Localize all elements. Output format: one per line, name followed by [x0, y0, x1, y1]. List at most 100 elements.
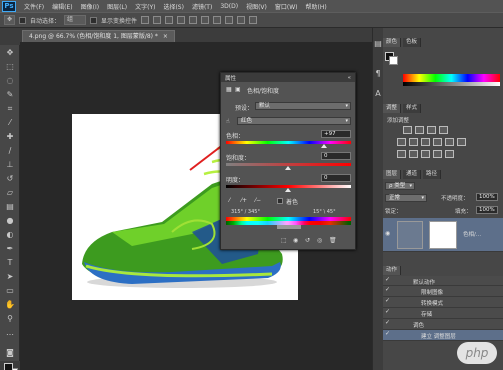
- lasso-tool-icon[interactable]: ◌: [4, 75, 16, 86]
- channel-mixer-adjust-icon[interactable]: [457, 138, 466, 146]
- gradient-map-adjust-icon[interactable]: [433, 150, 442, 158]
- tab-adjustments[interactable]: 调整: [383, 104, 402, 113]
- vibrance-adjust-icon[interactable]: [397, 138, 406, 146]
- hue-saturation-adjust-icon[interactable]: [409, 138, 418, 146]
- opacity-input[interactable]: 100%: [476, 193, 498, 201]
- quick-select-tool-icon[interactable]: ✎: [4, 89, 16, 100]
- action-row-3[interactable]: ✓ 存储: [383, 308, 503, 319]
- history-panel-icon[interactable]: ▤: [373, 38, 383, 49]
- paragraph-panel-icon[interactable]: ¶: [373, 68, 383, 79]
- document-tab[interactable]: 4.png @ 66.7% (色相/饱和度 1, 图层蒙版/8) * ×: [22, 30, 175, 42]
- color-bg-swatch[interactable]: [389, 56, 398, 65]
- action-row-2[interactable]: ✓ 转换模式: [383, 297, 503, 308]
- character-panel-icon[interactable]: A: [373, 88, 383, 99]
- tab-paths[interactable]: 路径: [423, 170, 442, 179]
- color-balance-adjust-icon[interactable]: [421, 138, 430, 146]
- blur-tool-icon[interactable]: ●: [4, 215, 16, 226]
- mask-icon[interactable]: ▣: [235, 86, 241, 93]
- hand-tool-icon[interactable]: ✋: [4, 299, 16, 310]
- levels-adjust-icon[interactable]: [415, 126, 424, 134]
- distribute-v-icon[interactable]: [237, 16, 246, 24]
- clip-to-layer-icon[interactable]: ⬚: [281, 237, 287, 244]
- threshold-adjust-icon[interactable]: [421, 150, 430, 158]
- invert-adjust-icon[interactable]: [397, 150, 406, 158]
- photo-filter-adjust-icon[interactable]: [445, 138, 454, 146]
- layer-name[interactable]: 色相/...: [463, 230, 481, 238]
- layer-filter-dropdown[interactable]: ρ 类型: [385, 182, 415, 190]
- menu-file[interactable]: 文件(F): [20, 2, 48, 11]
- move-tool-icon[interactable]: ✥: [4, 47, 16, 58]
- delete-icon[interactable]: 🗑: [329, 237, 337, 244]
- menu-window[interactable]: 窗口(W): [271, 2, 302, 11]
- tab-styles[interactable]: 样式: [403, 104, 422, 113]
- action-row-1[interactable]: ✓ 限制图像: [383, 286, 503, 297]
- align-bottom-icon[interactable]: [165, 16, 174, 24]
- eyedropper-tool-icon[interactable]: ⁄: [4, 117, 16, 128]
- tab-actions[interactable]: 动作: [383, 266, 402, 275]
- type-tool-icon[interactable]: T: [4, 257, 16, 268]
- dodge-tool-icon[interactable]: ◐: [4, 229, 16, 240]
- action-check-icon[interactable]: ✓: [385, 297, 390, 304]
- visibility-icon[interactable]: ◎: [317, 237, 322, 244]
- move-tool-icon[interactable]: ✥: [4, 15, 16, 25]
- eyedropper-plus-icon[interactable]: ⁄+: [241, 197, 247, 204]
- tab-color[interactable]: 颜色: [383, 38, 402, 47]
- posterize-adjust-icon[interactable]: [409, 150, 418, 158]
- show-transform-checkbox[interactable]: [90, 16, 98, 24]
- healing-tool-icon[interactable]: ✚: [4, 131, 16, 142]
- close-icon[interactable]: ×: [163, 33, 168, 40]
- menu-3d[interactable]: 3D(D): [216, 3, 242, 10]
- auto-select-dropdown[interactable]: 组: [64, 15, 87, 25]
- more-tools-icon[interactable]: …: [4, 327, 16, 338]
- lightness-input[interactable]: 0: [321, 174, 351, 182]
- foreground-color-swatch[interactable]: [4, 363, 13, 370]
- layer-row-hue-saturation[interactable]: ◉ 色相/...: [383, 218, 503, 252]
- menu-select[interactable]: 选择(S): [159, 2, 188, 11]
- action-row-0[interactable]: ✓ 默认动作: [383, 276, 503, 286]
- menu-filter[interactable]: 滤镜(T): [188, 2, 216, 11]
- marquee-tool-icon[interactable]: ⬚: [4, 61, 16, 72]
- menu-edit[interactable]: 编辑(E): [48, 2, 76, 11]
- pen-tool-icon[interactable]: ✒: [4, 243, 16, 254]
- saturation-slider-thumb[interactable]: [285, 166, 291, 170]
- exposure-adjust-icon[interactable]: [439, 126, 448, 134]
- eyedropper-icon[interactable]: ⁄: [229, 197, 230, 204]
- action-check-icon[interactable]: ✓: [385, 319, 390, 326]
- colorize-checkbox[interactable]: [277, 198, 283, 204]
- gradient-tool-icon[interactable]: ▤: [4, 201, 16, 212]
- collapse-icon[interactable]: «: [348, 75, 351, 81]
- blend-mode-dropdown[interactable]: 正常: [385, 194, 427, 202]
- grayscale-ramp[interactable]: [403, 82, 500, 86]
- menu-image[interactable]: 图像(I): [77, 2, 103, 11]
- align-center-icon[interactable]: [189, 16, 198, 24]
- eraser-tool-icon[interactable]: ▱: [4, 187, 16, 198]
- lightness-slider-thumb[interactable]: [285, 188, 291, 192]
- menu-layer[interactable]: 图层(L): [103, 2, 131, 11]
- menu-help[interactable]: 帮助(H): [302, 2, 331, 11]
- curves-adjust-icon[interactable]: [427, 126, 436, 134]
- stamp-tool-icon[interactable]: ⊥: [4, 159, 16, 170]
- auto-align-icon[interactable]: [249, 16, 258, 24]
- menu-view[interactable]: 视图(V): [242, 2, 271, 11]
- align-left-icon[interactable]: [177, 16, 186, 24]
- hue-slider-track[interactable]: [226, 141, 351, 144]
- distribute-icon[interactable]: [213, 16, 222, 24]
- brush-tool-icon[interactable]: ∕: [4, 145, 16, 156]
- tab-channels[interactable]: 通道: [403, 170, 422, 179]
- action-check-icon[interactable]: ✓: [385, 308, 390, 315]
- auto-select-checkbox[interactable]: [19, 16, 27, 24]
- align-top-icon[interactable]: [141, 16, 150, 24]
- align-middle-icon[interactable]: [153, 16, 162, 24]
- reset-icon[interactable]: ↺: [305, 237, 310, 244]
- black-white-adjust-icon[interactable]: [433, 138, 442, 146]
- view-previous-icon[interactable]: ◉: [293, 237, 298, 244]
- hue-slider-thumb[interactable]: [321, 144, 327, 148]
- menu-type[interactable]: 文字(Y): [131, 2, 159, 11]
- path-select-tool-icon[interactable]: ➤: [4, 271, 16, 282]
- channel-dropdown[interactable]: 红色: [237, 117, 351, 125]
- saturation-input[interactable]: 0: [321, 152, 351, 160]
- preset-dropdown[interactable]: 默认: [255, 102, 351, 110]
- action-row-4[interactable]: ✓ 调色: [383, 319, 503, 330]
- tab-layers[interactable]: 图层: [383, 170, 402, 179]
- shape-tool-icon[interactable]: ▭: [4, 285, 16, 296]
